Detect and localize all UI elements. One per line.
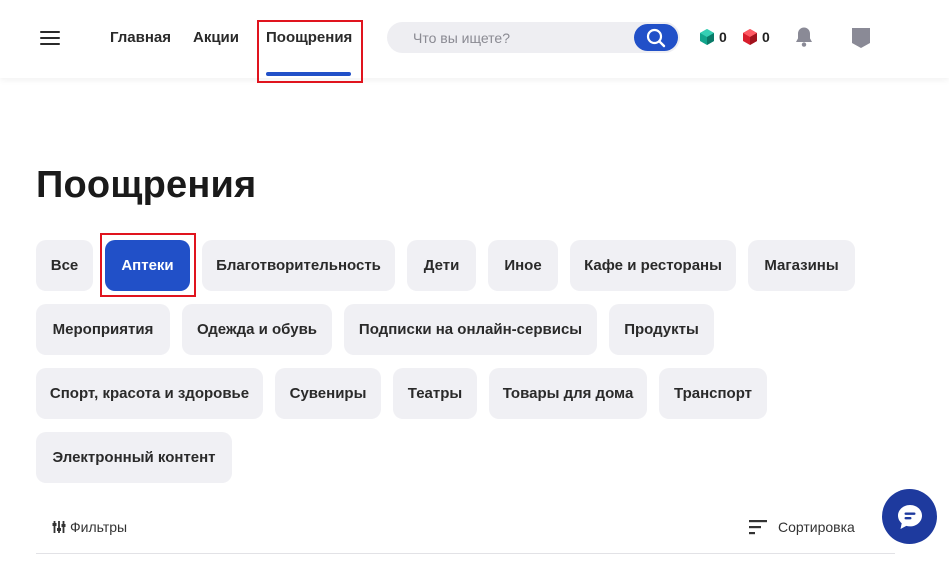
category-chip-sport[interactable]: Спорт, красота и здоровье	[36, 368, 263, 419]
category-chip-kids[interactable]: Дети	[407, 240, 476, 291]
nav-link-rewards[interactable]: Поощрения	[266, 29, 352, 46]
chat-bubble-icon	[897, 504, 922, 529]
active-nav-indicator	[266, 72, 351, 76]
green-gem-count: 0	[719, 29, 727, 45]
chat-button[interactable]	[882, 489, 937, 544]
sort-icon	[749, 520, 767, 535]
menu-icon[interactable]	[40, 29, 62, 47]
category-chip-all[interactable]: Все	[36, 240, 93, 291]
category-chip-e-content[interactable]: Электронный контент	[36, 432, 232, 483]
nav-link-promo[interactable]: Акции	[193, 29, 239, 46]
category-chip-other[interactable]: Иное	[488, 240, 558, 291]
red-gem-counter[interactable]: 0	[742, 28, 770, 46]
top-header: Главная Акции Поощрения 0 0	[0, 0, 949, 78]
category-chip-shops[interactable]: Магазины	[748, 240, 855, 291]
search-input[interactable]	[413, 27, 633, 48]
sliders-icon	[52, 521, 66, 533]
sort-label: Сортировка	[778, 519, 855, 535]
filters-button[interactable]: Фильтры	[52, 519, 127, 535]
search-button[interactable]	[634, 24, 678, 51]
category-chip-subscriptions[interactable]: Подписки на онлайн-сервисы	[344, 304, 597, 355]
bell-icon	[796, 27, 812, 47]
red-gem-count: 0	[762, 29, 770, 45]
category-chip-transport[interactable]: Транспорт	[659, 368, 767, 419]
page-title: Поощрения	[36, 164, 257, 206]
category-chip-pharmacies[interactable]: Аптеки	[105, 240, 190, 291]
search-bar	[387, 22, 680, 53]
sort-button[interactable]: Сортировка	[748, 519, 855, 535]
category-chip-home-goods[interactable]: Товары для дома	[489, 368, 647, 419]
search-icon	[646, 28, 666, 47]
green-gem-icon	[700, 29, 714, 45]
category-chip-events[interactable]: Мероприятия	[36, 304, 170, 355]
green-gem-counter[interactable]: 0	[699, 28, 727, 46]
profile-avatar[interactable]	[851, 27, 871, 54]
notifications-button[interactable]	[794, 26, 814, 53]
filters-label: Фильтры	[70, 519, 128, 535]
toolbar-divider	[36, 553, 895, 554]
category-chip-souvenirs[interactable]: Сувениры	[275, 368, 381, 419]
category-chip-clothing[interactable]: Одежда и обувь	[182, 304, 332, 355]
category-chip-charity[interactable]: Благотворительность	[202, 240, 395, 291]
category-chip-theatres[interactable]: Театры	[393, 368, 477, 419]
category-chip-cafes[interactable]: Кафе и рестораны	[570, 240, 736, 291]
shield-icon	[852, 28, 870, 48]
red-gem-icon	[743, 29, 757, 45]
nav-link-main[interactable]: Главная	[110, 29, 171, 46]
category-chip-groceries[interactable]: Продукты	[609, 304, 714, 355]
